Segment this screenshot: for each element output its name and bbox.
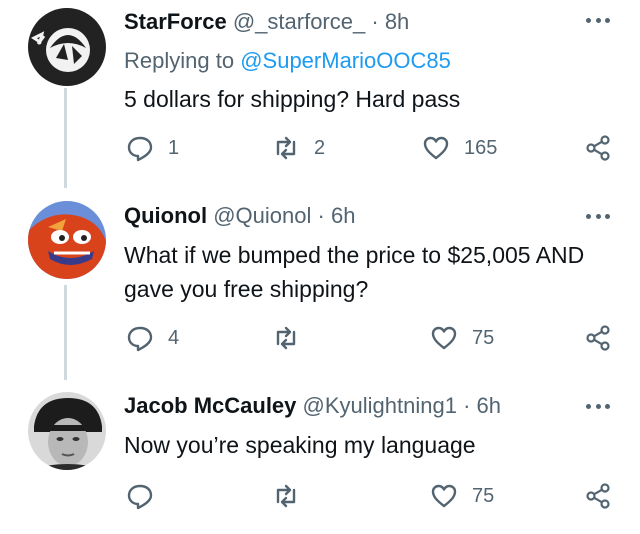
reply-count: 1 bbox=[168, 136, 180, 159]
more-icon-dot bbox=[605, 213, 610, 219]
separator: · bbox=[317, 203, 325, 228]
tweet-text: What if we bumped the price to $25,005 A… bbox=[124, 242, 585, 302]
tweet-quionol[interactable]: Quionol @Quionol · 6h What if we bumped … bbox=[0, 196, 640, 376]
retweet-icon bbox=[276, 136, 296, 160]
retweet-button[interactable]: 2 bbox=[272, 130, 325, 166]
reply-icon bbox=[127, 484, 153, 510]
display-name[interactable]: Quionol bbox=[124, 203, 207, 228]
like-count: 165 bbox=[464, 136, 498, 159]
heart-icon bbox=[431, 326, 457, 350]
more-icon-dot bbox=[595, 17, 601, 23]
tweet-actions: 75 bbox=[0, 478, 640, 514]
tweet-jacob-mccauley[interactable]: Jacob McCauley @Kyulightning1 · 6h Now y… bbox=[0, 386, 640, 534]
tweet-header: Jacob McCauley @Kyulightning1 · 6h bbox=[124, 386, 501, 426]
tweet-actions: 4 75 bbox=[0, 320, 640, 356]
share-button[interactable] bbox=[584, 320, 612, 356]
avatar-image bbox=[28, 201, 106, 279]
user-handle[interactable]: @Quionol bbox=[213, 203, 311, 228]
user-handle[interactable]: @_starforce_ bbox=[233, 9, 365, 34]
retweet-icon bbox=[276, 484, 296, 508]
retweet-icon bbox=[276, 326, 296, 350]
reply-icon bbox=[127, 136, 153, 162]
avatar[interactable] bbox=[28, 201, 106, 279]
avatar-image bbox=[28, 8, 106, 86]
more-icon-dot bbox=[595, 213, 601, 219]
timestamp[interactable]: 8h bbox=[385, 9, 409, 34]
share-button[interactable] bbox=[584, 130, 612, 166]
reply-button[interactable]: 1 bbox=[126, 130, 179, 166]
user-handle[interactable]: @Kyulightning1 bbox=[303, 393, 457, 418]
avatar-image bbox=[28, 392, 106, 470]
tweet-starforce[interactable]: StarForce @_starforce_ · 8h Replying to … bbox=[0, 0, 640, 190]
share-icon bbox=[586, 325, 610, 351]
more-button[interactable] bbox=[586, 16, 610, 24]
more-button[interactable] bbox=[586, 402, 610, 410]
more-icon-dot bbox=[605, 17, 610, 23]
tweet-actions: 1 2 165 bbox=[0, 130, 640, 166]
like-button[interactable]: 75 bbox=[430, 478, 494, 514]
timestamp[interactable]: 6h bbox=[331, 203, 355, 228]
retweet-count: 2 bbox=[314, 136, 326, 159]
tweet-header: StarForce @_starforce_ · 8h bbox=[124, 2, 409, 42]
display-name[interactable]: Jacob McCauley bbox=[124, 393, 296, 418]
retweet-button[interactable] bbox=[272, 320, 314, 356]
more-icon-dot bbox=[586, 17, 591, 23]
like-button[interactable]: 165 bbox=[422, 130, 497, 166]
share-button[interactable] bbox=[584, 478, 612, 514]
retweet-button[interactable] bbox=[272, 478, 314, 514]
separator: · bbox=[371, 9, 379, 34]
reply-button[interactable]: 4 bbox=[126, 320, 179, 356]
more-button[interactable] bbox=[586, 212, 610, 220]
more-icon-dot bbox=[586, 403, 591, 409]
avatar[interactable] bbox=[28, 8, 106, 86]
like-count: 75 bbox=[472, 484, 495, 507]
reply-count: 4 bbox=[168, 326, 180, 349]
more-icon-dot bbox=[605, 403, 610, 409]
tweet-text: Now you’re speaking my language bbox=[124, 432, 476, 458]
like-count: 75 bbox=[472, 326, 495, 349]
share-icon bbox=[586, 483, 610, 509]
heart-icon bbox=[423, 136, 449, 160]
heart-icon bbox=[431, 484, 457, 508]
share-icon bbox=[586, 135, 610, 161]
replying-to-handle[interactable]: @SuperMarioOOC85 bbox=[240, 48, 451, 73]
tweet-text: 5 dollars for shipping? Hard pass bbox=[124, 86, 461, 112]
reply-icon bbox=[127, 326, 153, 352]
reply-button[interactable] bbox=[126, 478, 168, 514]
timestamp[interactable]: 6h bbox=[477, 393, 501, 418]
replying-to-label: Replying to bbox=[124, 48, 235, 73]
tweet-header: Quionol @Quionol · 6h bbox=[124, 196, 355, 236]
separator: · bbox=[463, 393, 471, 418]
more-icon-dot bbox=[595, 403, 601, 409]
like-button[interactable]: 75 bbox=[430, 320, 494, 356]
more-icon-dot bbox=[586, 213, 591, 219]
avatar[interactable] bbox=[28, 392, 106, 470]
replying-to: Replying to @SuperMarioOOC85 bbox=[124, 44, 451, 78]
display-name[interactable]: StarForce bbox=[124, 9, 227, 34]
